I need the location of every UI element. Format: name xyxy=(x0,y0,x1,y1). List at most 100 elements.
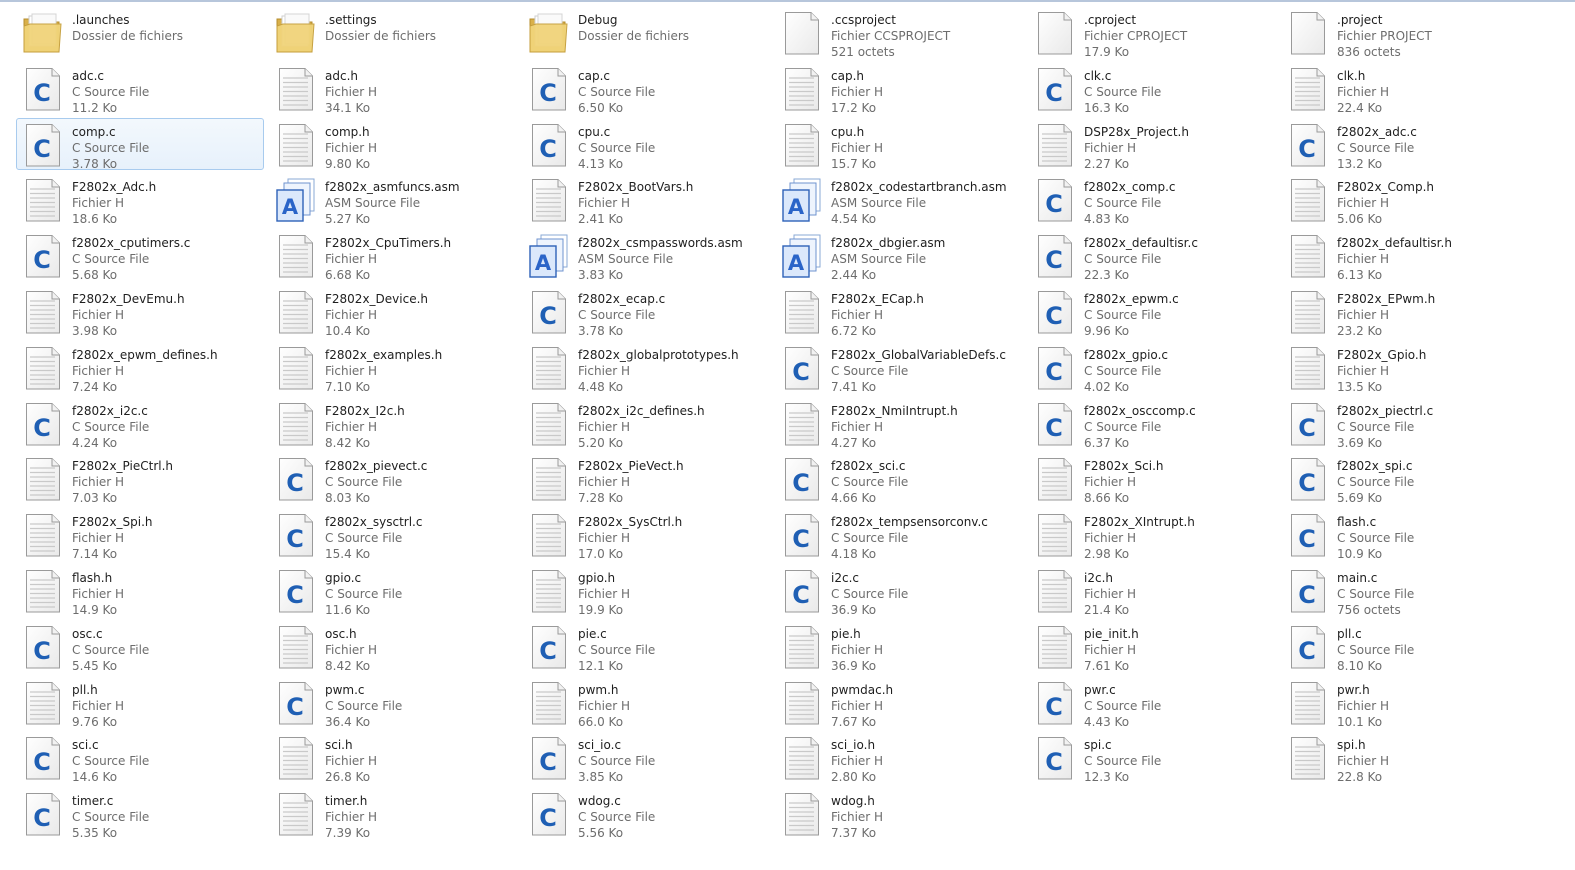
file-item[interactable]: f2802x_epwm_defines.h Fichier H 7.24 Ko xyxy=(16,341,264,394)
file-item[interactable]: Ccomp.c C Source File 3.78 Ko xyxy=(16,117,264,171)
file-item[interactable]: timer.h Fichier H 7.39 Ko xyxy=(269,787,517,840)
file-size: 3.78 Ko xyxy=(72,156,118,171)
file-item[interactable]: pll.h Fichier H 9.76 Ko xyxy=(16,676,264,729)
file-item[interactable]: Cf2802x_spi.c C Source File 5.69 Ko xyxy=(1281,452,1529,505)
file-item[interactable]: Cf2802x_pievect.c C Source File 8.03 Ko xyxy=(269,452,517,505)
file-item[interactable]: F2802x_XIntrupt.h Fichier H 2.98 Ko xyxy=(1028,508,1276,561)
file-item[interactable]: F2802x_DevEmu.h Fichier H 3.98 Ko xyxy=(16,285,264,338)
file-item[interactable]: F2802x_PieCtrl.h Fichier H 7.03 Ko xyxy=(16,452,264,505)
file-item[interactable]: f2802x_globalprototypes.h Fichier H 4.48 K… xyxy=(522,341,770,394)
file-item[interactable]: Cpll.c C Source File 8.10 Ko xyxy=(1281,620,1529,673)
file-item[interactable]: cpu.h Fichier H 15.7 Ko xyxy=(775,118,1023,171)
file-item[interactable]: f2802x_examples.h Fichier H 7.10 Ko xyxy=(269,341,517,394)
file-item[interactable]: F2802x_PieVect.h Fichier H 7.28 Ko xyxy=(522,452,770,506)
file-item[interactable]: Cf2802x_piectrl.c C Source File 3.69 Ko xyxy=(1281,397,1529,450)
file-item[interactable]: spi.h Fichier H 22.8 Ko xyxy=(1281,731,1529,784)
file-item[interactable]: Cosc.c C Source File 5.45 Ko xyxy=(16,620,264,673)
file-item[interactable]: Cpwr.c C Source File 4.43 Ko xyxy=(1028,676,1276,729)
file-item[interactable]: osc.h Fichier H 8.42 Ko xyxy=(269,620,517,673)
file-item[interactable]: F2802x_BootVars.h Fichier H 2.41 Ko xyxy=(522,173,770,226)
file-item[interactable]: Cflash.c C Source File 10.9 Ko xyxy=(1281,508,1529,562)
file-item[interactable]: Cgpio.c C Source File 11.6 Ko xyxy=(269,564,517,617)
file-item[interactable]: F2802x_Comp.h Fichier H 5.06 Ko xyxy=(1281,173,1529,226)
file-type: C Source File xyxy=(831,475,909,490)
file-name: F2802x_CpuTimers.h xyxy=(325,236,452,251)
file-item[interactable]: adc.h Fichier H 34.1 Ko xyxy=(269,62,517,115)
file-item[interactable]: Cclk.c C Source File 16.3 Ko xyxy=(1028,62,1276,115)
file-item[interactable]: C F2802x_GlobalVariableDefs.c C Source Fil… xyxy=(775,341,1023,394)
file-size: 10.4 Ko xyxy=(325,323,371,338)
file-item[interactable]: Cf2802x_adc.c C Source File 13.2 Ko xyxy=(1281,118,1529,171)
file-item[interactable]: pwmdac.h Fichier H 7.67 Ko xyxy=(775,676,1023,729)
file-item[interactable]: .launches Dossier de fichiers xyxy=(16,6,264,58)
file-item[interactable]: Af2802x_csmpasswords.asm ASM Source File 3… xyxy=(522,229,770,282)
file-size: 4.83 Ko xyxy=(1084,212,1130,227)
file-item[interactable]: f2802x_defaultisr.h Fichier H 6.13 Ko xyxy=(1281,229,1529,282)
file-item[interactable]: F2802x_ECap.h Fichier H 6.72 Ko xyxy=(775,285,1023,338)
file-item[interactable]: Cf2802x_defaultisr.c C Source File 22.3 Ko xyxy=(1028,229,1276,282)
file-item[interactable]: Ctimer.c C Source File 5.35 Ko xyxy=(16,787,264,840)
file-item[interactable]: Cf2802x_sci.c C Source File 4.66 Ko xyxy=(775,452,1023,505)
file-item[interactable]: Af2802x_codestartbranch.asm ASM Source Fi… xyxy=(775,173,1023,226)
file-item[interactable]: Csci_io.c C Source File 3.85 Ko xyxy=(522,731,770,784)
file-item[interactable]: Cmain.c C Source File 756 octets xyxy=(1281,564,1529,617)
file-item[interactable]: F2802x_Sci.h Fichier H 8.66 Ko xyxy=(1028,452,1276,505)
file-item[interactable]: pie.h Fichier H 36.9 Ko xyxy=(775,620,1023,673)
file-item[interactable]: Ci2c.c C Source File 36.9 Ko xyxy=(775,564,1023,617)
file-size: 7.28 Ko xyxy=(578,491,624,506)
file-type: C Source File xyxy=(578,810,656,825)
file-item[interactable]: Csci.c C Source File 14.6 Ko xyxy=(16,731,264,784)
file-item[interactable]: DSP28x_Project.h Fichier H 2.27 Ko xyxy=(1028,118,1276,171)
file-item[interactable]: gpio.h Fichier H 19.9 Ko xyxy=(522,564,770,617)
file-item[interactable]: Cspi.c C Source File 12.3 Ko xyxy=(1028,731,1276,784)
file-type: ASM Source File xyxy=(831,252,927,267)
file-item[interactable]: Cf2802x_epwm.c C Source File 9.96 Ko xyxy=(1028,285,1276,338)
file-item[interactable]: pwm.h Fichier H 66.0 Ko xyxy=(522,676,770,729)
file-item[interactable]: comp.h Fichier H 9.80 Ko xyxy=(269,118,517,171)
file-item[interactable]: Cf2802x_cputimers.c C Source File 5.68 Ko xyxy=(16,229,264,282)
file-item[interactable]: Cpwm.c C Source File 36.4 Ko xyxy=(269,676,517,729)
file-item[interactable]: F2802x_Adc.h Fichier H 18.6 Ko xyxy=(16,173,264,226)
file-item[interactable]: flash.h Fichier H 14.9 Ko xyxy=(16,564,264,617)
file-item[interactable]: Af2802x_asmfuncs.asm ASM Source File 5.27 … xyxy=(269,173,517,226)
file-item[interactable]: Cf2802x_i2c.c C Source File 4.24 Ko xyxy=(16,397,264,450)
file-item[interactable]: Cwdog.c C Source File 5.56 Ko xyxy=(522,787,770,840)
file-item[interactable]: Cf2802x_comp.c C Source File 4.83 Ko xyxy=(1028,173,1276,227)
file-item[interactable]: pwr.h Fichier H 10.1 Ko xyxy=(1281,676,1529,729)
file-item[interactable]: clk.h Fichier H 22.4 Ko xyxy=(1281,62,1529,115)
file-item[interactable]: F2802x_EPwm.h Fichier H 23.2 Ko xyxy=(1281,285,1529,338)
file-item[interactable]: Cf2802x_osccomp.c C Source File 6.37 Ko xyxy=(1028,397,1276,450)
file-item[interactable]: pie_init.h Fichier H 7.61 Ko xyxy=(1028,620,1276,673)
file-item[interactable]: Cpie.c C Source File 12.1 Ko xyxy=(522,620,770,673)
file-item[interactable]: sci_io.h Fichier H 2.80 Ko xyxy=(775,731,1023,784)
file-item[interactable]: cap.h Fichier H 17.2 Ko xyxy=(775,62,1023,115)
file-size: 10.9 Ko xyxy=(1337,547,1383,562)
file-item[interactable]: F2802x_Gpio.h Fichier H 13.5 Ko xyxy=(1281,341,1529,394)
file-item[interactable]: Af2802x_dbgier.asm ASM Source File 2.44 Ko xyxy=(775,229,1023,282)
file-item[interactable]: F2802x_Spi.h Fichier H 7.14 Ko xyxy=(16,508,264,561)
file-item[interactable]: f2802x_i2c_defines.h Fichier H 5.20 Ko xyxy=(522,397,770,450)
file-type: Dossier de fichiers xyxy=(72,29,184,43)
file-item[interactable]: Cf2802x_sysctrl.c C Source File 15.4 Ko xyxy=(269,508,517,561)
file-item[interactable]: Cadc.c C Source File 11.2 Ko xyxy=(16,62,264,115)
file-item[interactable]: Cf2802x_gpio.c C Source File 4.02 Ko xyxy=(1028,341,1276,394)
file-type: C Source File xyxy=(831,531,909,546)
file-item[interactable]: Ccpu.c C Source File 4.13 Ko xyxy=(522,118,770,171)
file-item[interactable]: .project Fichier PROJECT 836 octets xyxy=(1281,6,1529,59)
file-item[interactable]: Ccap.c C Source File 6.50 Ko xyxy=(522,62,770,115)
file-name: F2802x_GlobalVariableDefs.c xyxy=(831,347,1006,362)
file-item[interactable]: .cproject Fichier CPROJECT 17.9 Ko xyxy=(1028,6,1276,59)
file-item[interactable]: F2802x_NmiIntrupt.h Fichier H 4.27 Ko xyxy=(775,397,1023,450)
file-item[interactable]: Cf2802x_tempsensorconv.c C Source File 4.1… xyxy=(775,508,1023,561)
file-item[interactable]: F2802x_I2c.h Fichier H 8.42 Ko xyxy=(269,397,517,450)
file-item[interactable]: Debug Dossier de fichiers xyxy=(522,6,770,58)
file-item[interactable]: Cf2802x_ecap.c C Source File 3.78 Ko xyxy=(522,285,770,338)
file-item[interactable]: F2802x_CpuTimers.h Fichier H 6.68 Ko xyxy=(269,229,517,282)
file-item[interactable]: F2802x_Device.h Fichier H 10.4 Ko xyxy=(269,285,517,338)
file-item[interactable]: F2802x_SysCtrl.h Fichier H 17.0 Ko xyxy=(522,508,770,561)
file-item[interactable]: .ccsproject Fichier CCSPROJECT 521 octets xyxy=(775,6,1023,59)
file-item[interactable]: i2c.h Fichier H 21.4 Ko xyxy=(1028,564,1276,617)
file-item[interactable]: .settings Dossier de fichiers xyxy=(269,6,517,58)
file-item[interactable]: wdog.h Fichier H 7.37 Ko xyxy=(775,787,1023,840)
file-item[interactable]: sci.h Fichier H 26.8 Ko xyxy=(269,731,517,784)
